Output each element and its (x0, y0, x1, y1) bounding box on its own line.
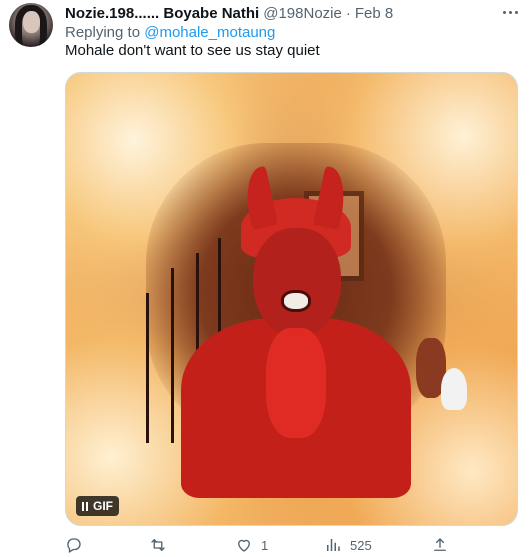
gif-badge[interactable]: GIF (76, 496, 119, 516)
gif-media[interactable]: GIF (65, 72, 518, 526)
views-icon (327, 539, 340, 551)
separator-dot: · (345, 4, 351, 22)
more-options-icon[interactable] (498, 2, 522, 22)
share-button[interactable] (431, 534, 449, 556)
tweet[interactable]: Nozie.198...... Boyabe Nathi @198Nozie ·… (0, 0, 530, 557)
heart-icon (238, 539, 250, 552)
pause-icon[interactable] (82, 501, 88, 511)
gif-ghost (441, 368, 467, 410)
tweet-date[interactable]: Feb 8 (355, 5, 393, 22)
gif-label: GIF (93, 499, 113, 513)
retweet-icon (151, 539, 165, 551)
avatar[interactable] (9, 3, 53, 47)
author-name[interactable]: Nozie.198...... Boyabe Nathi (65, 5, 259, 22)
reply-button[interactable] (65, 534, 91, 556)
like-count: 1 (261, 537, 269, 553)
tweet-actions: 1 525 (65, 534, 520, 556)
reply-icon (67, 538, 81, 553)
like-button[interactable]: 1 (235, 534, 268, 556)
avatar-face (23, 11, 40, 33)
views-count: 525 (350, 537, 372, 553)
author-handle[interactable]: @198Nozie (263, 5, 342, 22)
replying-to-label: Replying to (65, 24, 145, 41)
tweet-header: Nozie.198...... Boyabe Nathi @198Nozie ·… (65, 3, 393, 23)
mention-link[interactable]: @mohale_motaung (144, 24, 275, 41)
gif-devil-figure (171, 165, 421, 498)
views-button[interactable]: 525 (324, 534, 372, 556)
share-icon (434, 538, 446, 551)
replying-to: Replying to @mohale_motaung (65, 24, 275, 41)
retweet-button[interactable] (149, 534, 175, 556)
tweet-text: Mohale don't want to see us stay quiet (65, 42, 320, 59)
